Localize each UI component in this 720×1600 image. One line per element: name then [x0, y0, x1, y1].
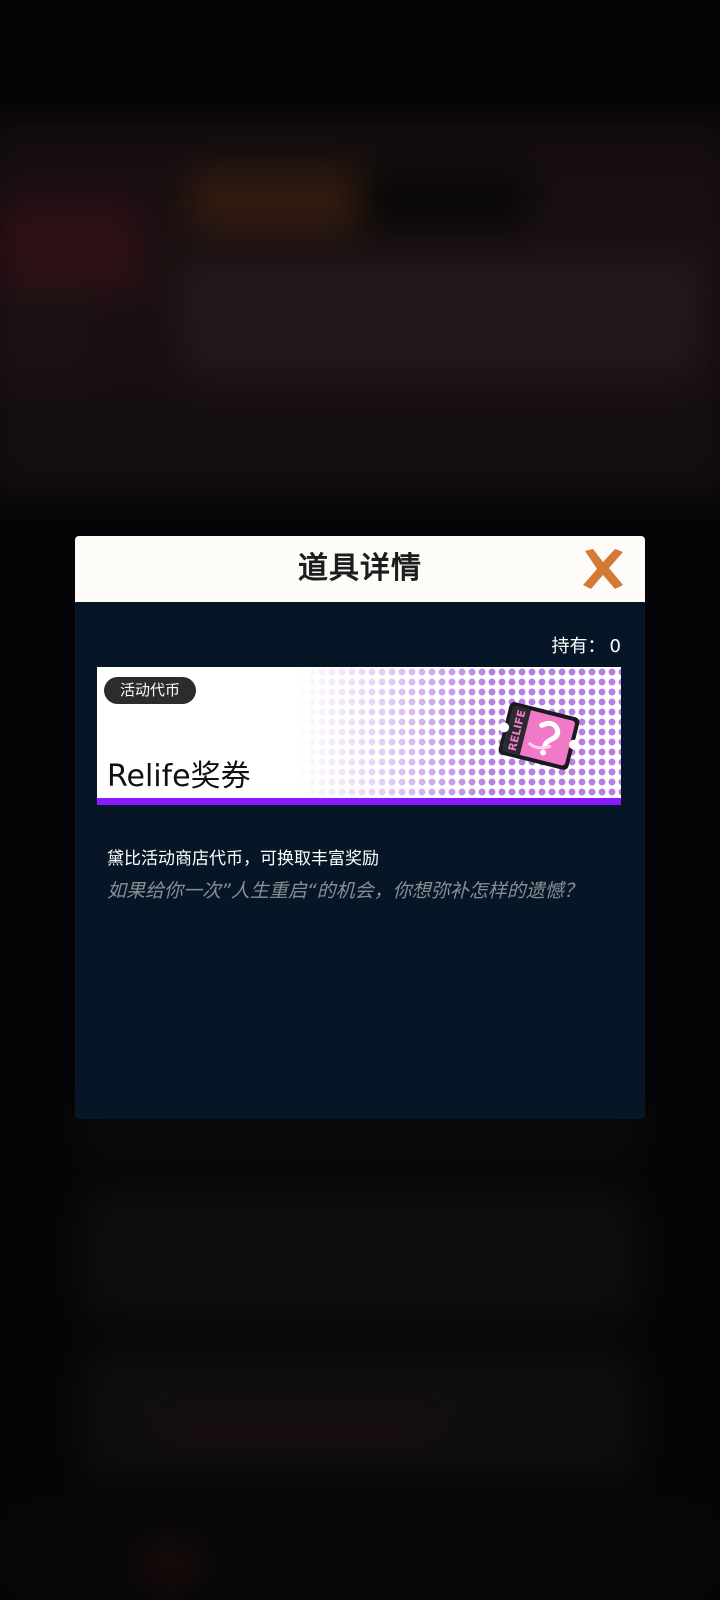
close-icon [583, 549, 623, 589]
rarity-bar: ★★★★ [97, 798, 621, 805]
item-card: 活动代币 Relife奖券 RELIFE [97, 667, 621, 805]
owned-count: 持有： 0 [548, 632, 621, 658]
item-name: Relife奖券 [107, 759, 251, 794]
owned-value: 0 [609, 636, 621, 657]
dialog-title: 道具详情 [298, 551, 422, 586]
rarity-stars: ★★★★ [112, 801, 181, 805]
category-badge: 活动代币 [104, 677, 197, 704]
item-flavor-text: 如果给你一次”人生重启“的机会，你想弥补怎样的遗憾？ [107, 880, 583, 902]
dialog-header: 道具详情 [75, 536, 645, 602]
item-description: 黛比活动商店代币，可换取丰富奖励 [107, 849, 379, 869]
item-banner: 活动代币 Relife奖券 RELIFE [97, 667, 621, 798]
close-button[interactable] [579, 546, 627, 592]
screen: 道具详情 持有： 0 活动代币 Relife奖券 RELIFE 黛比活动商店代币… [0, 0, 720, 1600]
owned-label: 持有： [551, 636, 606, 657]
relife-ticket-icon: RELIFE [498, 702, 580, 770]
item-detail-dialog: 道具详情 持有： 0 活动代币 Relife奖券 RELIFE 黛比活动商店代币… [75, 536, 645, 1119]
